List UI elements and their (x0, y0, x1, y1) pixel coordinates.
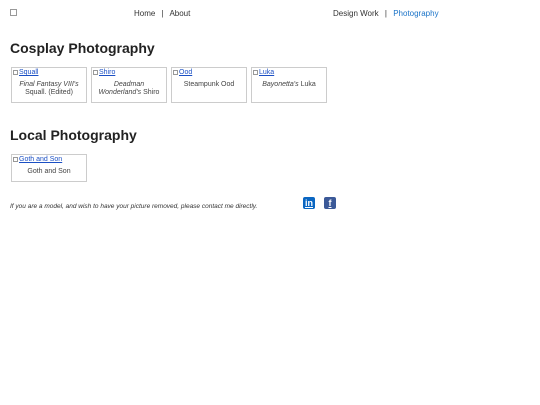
card-caption: Steampunk Ood (172, 77, 246, 94)
image-link-ood[interactable]: Ood (172, 68, 246, 77)
section-title-cosplay: Cosplay Photography (10, 40, 155, 56)
nav-photography-link[interactable]: Photography (393, 9, 438, 18)
card-caption: Bayonetta's Luka (252, 77, 326, 94)
caption-text: Goth and Son (27, 168, 71, 175)
local-gallery: Goth and Son Goth and Son (11, 154, 87, 182)
section-title-local: Local Photography (10, 127, 137, 143)
gallery-card: Goth and Son Goth and Son (11, 154, 87, 182)
caption-italic: Bayonetta's (262, 81, 299, 88)
card-caption: Final Fantasy VIII's Squall. (Edited) (12, 77, 86, 102)
nav-right: Design Work | Photography (333, 9, 439, 18)
nav-about-link[interactable]: About (169, 9, 190, 18)
gallery-card: Ood Steampunk Ood (171, 67, 247, 103)
linkedin-icon[interactable]: in (303, 197, 315, 209)
nav-separator: | (384, 9, 387, 18)
image-link-shiro[interactable]: Shiro (92, 68, 166, 77)
removal-note: If you are a model, and wish to have you… (10, 203, 258, 210)
image-link-luka[interactable]: Luka (252, 68, 326, 77)
nav-home-link[interactable]: Home (134, 9, 155, 18)
image-link-goth-and-son[interactable]: Goth and Son (12, 155, 86, 164)
caption-italic: Deadman Wonderland's (98, 81, 145, 96)
gallery-card: Shiro Deadman Wonderland's Shiro (91, 67, 167, 103)
card-caption: Deadman Wonderland's Shiro (92, 77, 166, 102)
image-link-squall[interactable]: Squall (12, 68, 86, 77)
logo-image[interactable] (10, 9, 17, 16)
caption-text: Squall. (Edited) (25, 89, 73, 96)
nav-design-work-link[interactable]: Design Work (333, 9, 379, 18)
caption-text: Shiro (143, 89, 160, 96)
nav-separator: | (161, 9, 164, 18)
cosplay-gallery: Squall Final Fantasy VIII's Squall. (Edi… (11, 67, 327, 103)
card-caption: Goth and Son (12, 164, 86, 181)
gallery-card: Squall Final Fantasy VIII's Squall. (Edi… (11, 67, 87, 103)
nav-left: Home | About (134, 9, 190, 18)
caption-italic: Final Fantasy VIII's (19, 81, 79, 88)
caption-text: Luka (300, 81, 316, 88)
gallery-card: Luka Bayonetta's Luka (251, 67, 327, 103)
caption-text: Steampunk Ood (183, 81, 235, 88)
facebook-icon[interactable]: f (324, 197, 336, 209)
